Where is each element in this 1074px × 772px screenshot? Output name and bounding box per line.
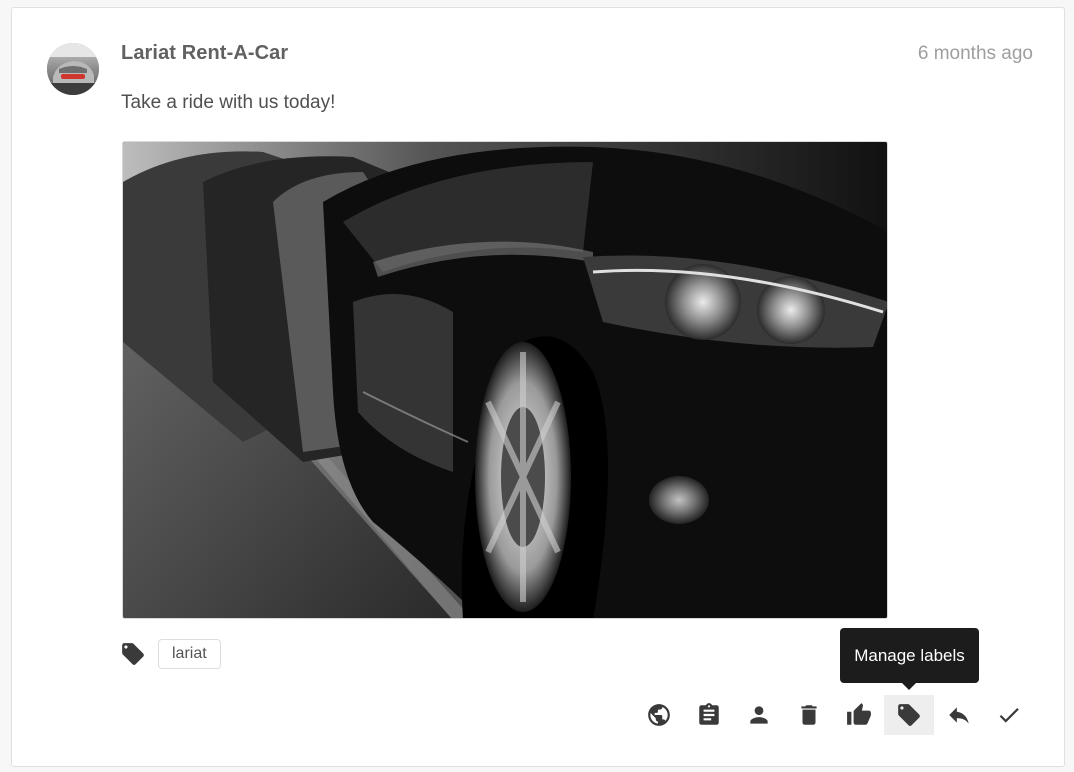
page: Lariat Rent-A-Car 6 months ago Take a ri… [0, 0, 1074, 772]
tooltip: Manage labels [840, 628, 979, 690]
manage-labels-button[interactable] [884, 695, 934, 735]
post-card: Lariat Rent-A-Car 6 months ago Take a ri… [11, 7, 1065, 767]
author-name[interactable]: Lariat Rent-A-Car [121, 42, 288, 65]
trash-icon [801, 705, 817, 725]
label-chip[interactable]: lariat [158, 639, 221, 669]
post-image[interactable] [122, 141, 888, 619]
car-photo [123, 142, 887, 618]
post-message: Take a ride with us today! [121, 92, 336, 113]
tag-icon [898, 704, 920, 726]
post-actions-toolbar [634, 695, 1034, 735]
check-icon [999, 708, 1019, 723]
reply-button[interactable] [934, 695, 984, 735]
mark-complete-button[interactable] [984, 695, 1034, 735]
avatar[interactable] [47, 43, 99, 95]
assign-person-button[interactable] [734, 695, 784, 735]
clipboard-button[interactable] [684, 695, 734, 735]
globe-button[interactable] [634, 695, 684, 735]
clipboard-icon [699, 703, 719, 725]
person-icon [750, 706, 768, 724]
globe-icon [648, 704, 670, 726]
thumbs-up-icon [847, 703, 871, 725]
tag-icon [120, 641, 146, 667]
like-button[interactable] [834, 695, 884, 735]
avatar-car-image [47, 43, 99, 95]
delete-button[interactable] [784, 695, 834, 735]
reply-icon [949, 707, 969, 724]
labels-row: lariat [120, 638, 221, 670]
post-timestamp: 6 months ago [917, 43, 1033, 64]
